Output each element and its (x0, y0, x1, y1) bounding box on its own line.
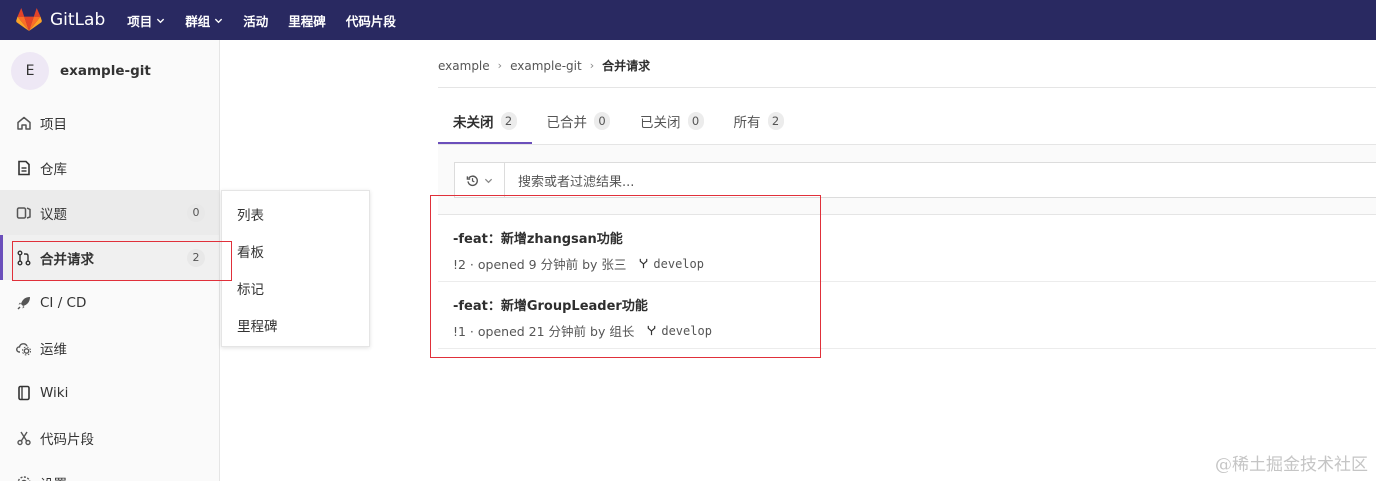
nav-milestones[interactable]: 里程碑 (288, 11, 326, 30)
sidebar-item-ci-cd[interactable]: CI / CD (0, 280, 219, 325)
tab-label: 已合并 (546, 115, 588, 131)
search-input[interactable]: 搜索或者过滤结果... (454, 162, 1376, 198)
tab-label: 未关闭 (453, 115, 494, 131)
sidebar-item-label: 议题 (40, 206, 67, 223)
sidebar-item-repository[interactable]: 仓库 (0, 145, 219, 190)
flyout-item-milestones[interactable]: 里程碑 (222, 306, 369, 343)
nav-groups[interactable]: 群组 (185, 11, 223, 30)
nav-milestones-label: 里程碑 (288, 13, 326, 29)
book-icon (16, 385, 32, 401)
sidebar-project-header[interactable]: E example-git (0, 40, 219, 102)
highlight-box (12, 241, 232, 281)
project-name: example-git (60, 63, 151, 79)
search-placeholder: 搜索或者过滤结果... (518, 174, 635, 190)
tab-count-badge: 2 (500, 112, 517, 130)
sidebar-item-label: Wiki (40, 384, 69, 401)
sidebar-item-issues[interactable]: 议题 0 (0, 190, 219, 235)
sidebar-item-label: 仓库 (40, 161, 67, 178)
nav-groups-label: 群组 (185, 13, 211, 29)
breadcrumb-item-current[interactable]: 合并请求 (602, 57, 650, 74)
tab-count-badge: 0 (594, 112, 610, 130)
sidebar-item-operations[interactable]: 运维 (0, 325, 219, 370)
flyout-item-board[interactable]: 看板 (222, 232, 369, 269)
tab-all[interactable]: 所有 2 (719, 98, 799, 144)
rocket-icon (16, 295, 32, 311)
tab-label: 所有 (733, 115, 761, 131)
nav-activity-label: 活动 (243, 13, 269, 29)
watermark: @稀土掘金技术社区 (1215, 455, 1368, 475)
tab-count-badge: 2 (767, 112, 784, 130)
sidebar-item-snippets[interactable]: 代码片段 (0, 415, 219, 460)
tab-opened[interactable]: 未关闭 2 (438, 98, 532, 144)
nav-projects-label: 项目 (127, 13, 153, 29)
tab-count-badge: 0 (687, 112, 704, 130)
issues-icon (16, 205, 32, 221)
breadcrumb-item-project[interactable]: example-git (510, 59, 582, 73)
flyout-item-list[interactable]: 列表 (222, 195, 369, 232)
chevron-right-icon: › (497, 59, 503, 72)
nav-snippets[interactable]: 代码片段 (346, 11, 396, 30)
sidebar-item-label: 运维 (40, 341, 67, 358)
scissors-icon (16, 430, 32, 446)
sidebar-item-wiki[interactable]: Wiki (0, 370, 219, 415)
divider (438, 87, 1376, 88)
sidebar-item-label: CI / CD (40, 294, 87, 311)
recent-searches-button[interactable] (455, 163, 505, 197)
settings-icon (16, 475, 32, 481)
sidebar-item-label: 设置 (40, 473, 67, 481)
cloud-gear-icon (16, 340, 32, 356)
nav-snippets-label: 代码片段 (345, 13, 396, 29)
breadcrumb: example › example-git › 合并请求 (438, 57, 650, 74)
history-icon (466, 174, 478, 186)
highlight-box (430, 195, 821, 358)
sidebar-item-label: 代码片段 (40, 431, 94, 448)
gitlab-logo-icon (16, 8, 42, 31)
mr-state-tabs: 未关闭 2 已合并 0 已关闭 0 所有 2 (438, 98, 799, 144)
top-navbar: GitLab 项目 群组 活动 里程碑 代码片段 (0, 0, 1376, 40)
tab-merged[interactable]: 已合并 0 (532, 98, 626, 144)
chevron-down-icon (484, 178, 493, 183)
nav-projects[interactable]: 项目 (127, 11, 165, 30)
chevron-down-icon (157, 18, 165, 23)
brand-name: GitLab (50, 10, 106, 30)
home-icon (16, 115, 32, 131)
sidebar-item-settings[interactable]: 设置 (0, 460, 219, 481)
doc-icon (16, 160, 32, 176)
sidebar-item-label: 项目 (40, 116, 67, 133)
issues-count-badge: 0 (187, 203, 205, 222)
tab-closed[interactable]: 已关闭 0 (625, 98, 719, 144)
nav-activity[interactable]: 活动 (243, 11, 268, 30)
tab-label: 已关闭 (640, 115, 681, 131)
chevron-down-icon (215, 18, 223, 23)
gitlab-home-link[interactable]: GitLab (16, 0, 127, 40)
avatar: E (11, 52, 49, 90)
flyout-item-labels[interactable]: 标记 (222, 269, 369, 306)
breadcrumb-item-group[interactable]: example (438, 59, 490, 73)
sidebar-item-project[interactable]: 项目 (0, 100, 219, 145)
chevron-right-icon: › (589, 59, 595, 72)
merge-requests-flyout-menu: 列表 看板 标记 里程碑 (221, 190, 370, 347)
